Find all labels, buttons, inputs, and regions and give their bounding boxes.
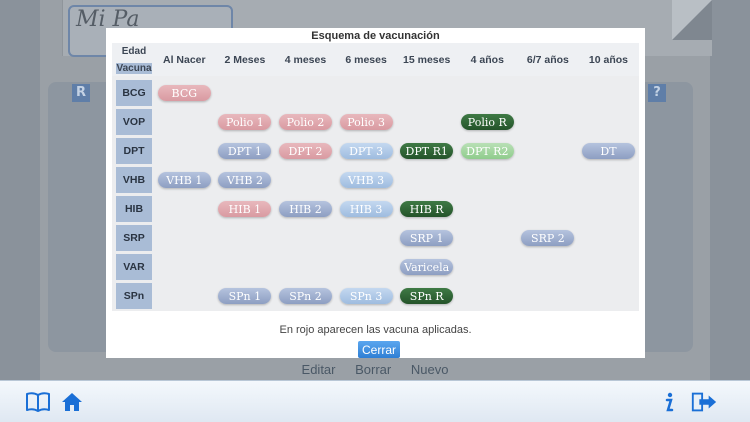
vaccine-dose-pill[interactable]: DT: [582, 143, 635, 159]
vaccine-dose-pill[interactable]: VHB 3: [339, 172, 393, 188]
r-icon: R: [72, 84, 90, 102]
close-button[interactable]: Cerrar: [358, 341, 400, 358]
exit-icon[interactable]: [690, 389, 718, 415]
vaccine-dose-pill[interactable]: Polio 3: [339, 114, 393, 130]
column-header: 4 meses: [284, 53, 327, 66]
column-header: 10 años: [588, 53, 629, 66]
vaccination-schedule-modal: Esquema de vacunación Edad Vacuna Al Nac…: [106, 28, 645, 358]
grid-header-row: Edad Vacuna Al Nacer 2 Meses 4 meses 6 mese…: [112, 43, 639, 76]
column-header: 6 meses: [345, 53, 387, 66]
column-header: 6/7 años: [526, 53, 569, 66]
column-header: 4 años: [470, 53, 504, 66]
age-header: Edad: [121, 46, 147, 57]
vaccine-dose-pill[interactable]: Polio R: [460, 114, 514, 130]
page-fold-corner: [672, 0, 712, 40]
vaccine-dose-pill[interactable]: HIB 2: [279, 201, 332, 217]
vaccine-row-label: SRP: [116, 225, 152, 251]
vaccine-dose-pill[interactable]: DPT 2: [279, 143, 332, 159]
vaccine-row-label: DPT: [116, 138, 152, 164]
vaccine-dose-pill[interactable]: DPT 3: [339, 143, 393, 159]
new-link: Nuevo: [410, 362, 449, 377]
home-icon[interactable]: [58, 389, 86, 415]
vaccine-dose-pill[interactable]: SRP 1: [400, 230, 454, 246]
vaccine-dose-pill[interactable]: SPn 2: [279, 288, 332, 304]
vaccine-row-label: VAR: [116, 254, 152, 280]
vaccine-row-label: SPn: [116, 283, 152, 309]
vaccine-dose-pill[interactable]: SPn 3: [339, 288, 393, 304]
vaccine-dose-pill[interactable]: HIB 3: [339, 201, 393, 217]
vaccine-dose-pill[interactable]: Polio 1: [218, 114, 272, 130]
vaccine-dose-pill[interactable]: SRP 2: [521, 230, 575, 246]
column-header: 15 meses: [403, 53, 451, 66]
vaccine-dose-pill[interactable]: VHB 1: [157, 172, 211, 188]
vaccine-dose-pill[interactable]: BCG: [157, 85, 211, 101]
column-header: 2 Meses: [224, 53, 266, 66]
vaccine-dose-pill[interactable]: SPn R: [400, 288, 454, 304]
vaccine-dose-pill[interactable]: SPn 1: [218, 288, 272, 304]
help-icon: ?: [648, 84, 666, 102]
background-actions: Editar Borrar Nuevo: [0, 362, 750, 377]
vaccine-row-label: VOP: [116, 109, 152, 135]
vaccine-dose-pill[interactable]: Polio 2: [279, 114, 332, 130]
book-icon[interactable]: [24, 389, 52, 415]
vaccine-dose-pill[interactable]: DPT 1: [218, 143, 272, 159]
info-icon[interactable]: [654, 389, 682, 415]
bottom-toolbar: [0, 380, 750, 422]
vaccine-header: Vacuna: [116, 63, 152, 74]
column-header: Al Nacer: [162, 53, 206, 66]
vaccine-row-label: HIB: [116, 196, 152, 222]
delete-link: Borrar: [355, 362, 392, 377]
vaccination-grid: Edad Vacuna Al Nacer 2 Meses 4 meses 6 mese…: [112, 43, 639, 311]
vaccine-dose-pill[interactable]: VHB 2: [218, 172, 272, 188]
vaccine-row-label: BCG: [116, 80, 152, 106]
edit-link: Editar: [301, 362, 336, 377]
vaccine-row-label: VHB: [116, 167, 152, 193]
grid-corner: Edad Vacuna: [116, 43, 152, 76]
modal-title: Esquema de vacunación: [311, 30, 440, 42]
vaccine-dose-pill[interactable]: HIB R: [400, 201, 454, 217]
vaccine-dose-pill[interactable]: DPT R2: [460, 143, 514, 159]
applied-note: En rojo aparecen las vacuna aplicadas.: [279, 324, 472, 336]
vaccine-dose-pill[interactable]: DPT R1: [400, 143, 454, 159]
vaccine-dose-pill[interactable]: HIB 1: [218, 201, 272, 217]
vaccine-dose-pill[interactable]: Varicela: [400, 259, 454, 275]
